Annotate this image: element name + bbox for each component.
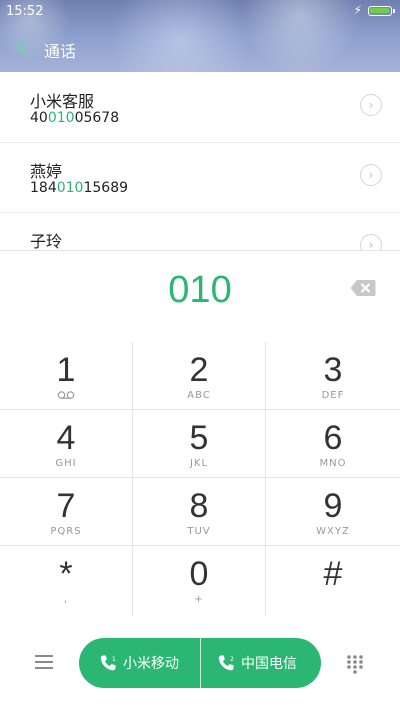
key-hash[interactable]: # <box>266 546 400 616</box>
key-digit: 6 <box>323 419 343 457</box>
chevron-right-icon: › <box>368 168 374 182</box>
sim1-label: 小米移动 <box>123 656 179 672</box>
key-letters: TUV <box>187 526 211 537</box>
key-9[interactable]: 9 WXYZ <box>266 478 400 546</box>
key-1[interactable]: 1 <box>0 342 133 410</box>
contact-item[interactable]: 子玲 › <box>0 212 400 250</box>
contact-item[interactable]: 小米客服 4001005678 › <box>0 72 400 143</box>
chevron-right-icon: › <box>368 98 374 112</box>
contact-name: 小米客服 <box>30 92 95 111</box>
contact-item[interactable]: 燕婷 18401015689 › <box>0 142 400 213</box>
key-digit: 2 <box>189 351 209 389</box>
number-prefix: 40 <box>30 110 48 126</box>
page-title: 通话 <box>44 42 77 61</box>
voicemail-icon <box>57 391 75 399</box>
phone-sim1-icon: 1 <box>100 655 116 671</box>
number-suffix: 05678 <box>74 110 120 126</box>
menu-icon[interactable] <box>34 654 54 670</box>
contact-suggestion-list: 小米客服 4001005678 › 燕婷 18401015689 › 子玲 › <box>0 72 400 250</box>
call-button-group: 1 小米移动 2 中国电信 <box>79 638 321 688</box>
key-letters <box>0 390 132 403</box>
key-letters: + <box>194 594 204 605</box>
key-0[interactable]: 0 + <box>133 546 266 616</box>
key-letters: JKL <box>189 458 209 469</box>
battery-icon <box>368 6 392 16</box>
call-sim1-button[interactable]: 1 小米移动 <box>79 638 200 688</box>
key-star[interactable]: * , <box>0 546 133 616</box>
dial-input-display: 010 <box>0 250 400 344</box>
number-match: 010 <box>47 110 75 126</box>
battery-fill <box>370 8 389 13</box>
key-letters: PQRS <box>50 526 82 537</box>
key-2[interactable]: 2 ABC <box>133 342 266 410</box>
key-digit: 9 <box>323 487 343 525</box>
key-7[interactable]: 7 PQRS <box>0 478 133 546</box>
svg-text:2: 2 <box>230 656 234 663</box>
key-letters: DEF <box>321 390 345 401</box>
key-letters: WXYZ <box>316 526 350 537</box>
key-8[interactable]: 8 TUV <box>133 478 266 546</box>
key-digit: * <box>59 555 73 593</box>
phone-sim2-icon: 2 <box>218 655 234 671</box>
key-3[interactable]: 3 DEF <box>266 342 400 410</box>
bottom-bar: 1 小米移动 2 中国电信 <box>0 616 400 711</box>
key-digit: 3 <box>323 351 343 389</box>
contact-detail-button[interactable]: › <box>360 94 382 116</box>
key-digit: 0 <box>189 555 209 593</box>
call-sim2-button[interactable]: 2 中国电信 <box>200 638 321 688</box>
dialed-digits: 010 <box>168 269 232 311</box>
sim2-label: 中国电信 <box>241 656 297 672</box>
number-prefix: 184 <box>30 180 57 196</box>
title-bar: 通话 <box>0 30 400 66</box>
key-digit: 8 <box>189 487 209 525</box>
chevron-right-icon: › <box>368 238 374 250</box>
contact-name: 燕婷 <box>30 162 63 181</box>
back-arrow-icon[interactable] <box>14 36 30 58</box>
key-letters: GHI <box>55 458 77 469</box>
key-digit: 1 <box>56 351 76 389</box>
contact-detail-button[interactable]: › <box>360 234 382 250</box>
number-suffix: 15689 <box>83 180 129 196</box>
key-letters: , <box>63 594 69 605</box>
dialpad-icon[interactable] <box>346 654 364 674</box>
key-letters: MNO <box>319 458 347 469</box>
header: 15:52 ⚡ 通话 <box>0 0 400 72</box>
status-bar: 15:52 ⚡ <box>0 0 400 24</box>
contact-number: 4001005678 <box>30 110 119 126</box>
lightning-icon: ⚡ <box>353 3 362 17</box>
key-letters: ABC <box>187 390 211 401</box>
contact-detail-button[interactable]: › <box>360 164 382 186</box>
key-digit: 4 <box>56 419 76 457</box>
battery-tip <box>393 9 395 13</box>
key-6[interactable]: 6 MNO <box>266 410 400 478</box>
key-5[interactable]: 5 JKL <box>133 410 266 478</box>
key-digit: # <box>323 555 343 593</box>
contact-name: 子玲 <box>30 232 63 250</box>
key-digit: 7 <box>56 487 76 525</box>
dial-keypad: 1 2 ABC 3 DEF 4 GHI 5 JKL 6 MNO 7 PQRS 8… <box>0 342 400 616</box>
svg-text:1: 1 <box>112 656 116 663</box>
key-digit: 5 <box>189 419 209 457</box>
number-match: 010 <box>56 180 84 196</box>
key-4[interactable]: 4 GHI <box>0 410 133 478</box>
status-time: 15:52 <box>6 4 44 19</box>
backspace-icon[interactable] <box>350 279 376 297</box>
contact-number: 18401015689 <box>30 180 128 196</box>
